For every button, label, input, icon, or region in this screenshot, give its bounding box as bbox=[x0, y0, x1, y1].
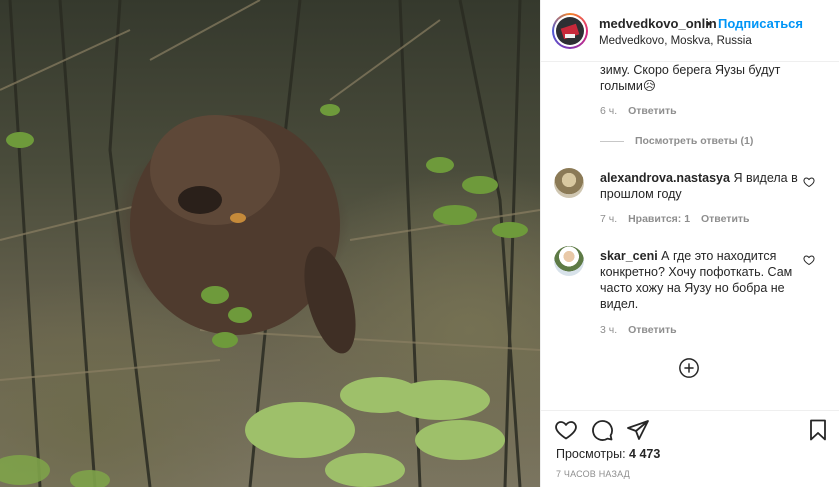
bookmark-icon[interactable] bbox=[806, 418, 830, 442]
comment: skar_ceni А где это находится конкретно?… bbox=[600, 248, 800, 312]
heart-icon[interactable] bbox=[554, 418, 578, 442]
comment: alexandrova.nastasya Я видела в прошлом … bbox=[600, 170, 800, 202]
comment-age: 6 ч. bbox=[600, 105, 618, 117]
header-separator: • bbox=[706, 16, 711, 31]
views-number: 4 473 bbox=[629, 447, 661, 461]
comment-age: 7 ч. bbox=[600, 213, 618, 225]
avatar-frame bbox=[554, 15, 586, 47]
view-replies-label: Посмотреть ответы (1) bbox=[635, 135, 754, 147]
reply-button[interactable]: Ответить bbox=[628, 105, 677, 117]
account-username[interactable]: medvedkovo_onlin bbox=[599, 16, 717, 31]
comment-meta: 7 ч. Нравится: 1 Ответить bbox=[600, 213, 758, 225]
paper-plane-icon[interactable] bbox=[626, 418, 650, 442]
view-replies-button[interactable]: Посмотреть ответы (1) bbox=[600, 135, 753, 147]
reply-button[interactable]: Ответить bbox=[628, 324, 677, 336]
comment-heart-icon[interactable] bbox=[803, 176, 815, 188]
views-count[interactable]: Просмотры: 4 473 bbox=[556, 447, 660, 461]
commenter-avatar[interactable] bbox=[554, 168, 584, 198]
post-location[interactable]: Medvedkovo, Moskva, Russia bbox=[599, 35, 752, 47]
beaver-video-frame bbox=[0, 0, 540, 487]
comment-age: 3 ч. bbox=[600, 324, 618, 336]
comment-icon[interactable] bbox=[590, 418, 614, 442]
post-header: medvedkovo_onlin • Подписаться Medvedkov… bbox=[541, 0, 839, 62]
views-label: Просмотры: bbox=[556, 447, 626, 461]
post-side-panel: medvedkovo_onlin • Подписаться Medvedkov… bbox=[540, 0, 839, 487]
comment-meta: 6 ч. Ответить bbox=[600, 105, 685, 117]
reply-button[interactable]: Ответить bbox=[701, 213, 750, 225]
follow-button[interactable]: Подписаться bbox=[718, 16, 803, 31]
comment-text: зиму. Скоро берега Яузы будут голыми😥 bbox=[600, 63, 781, 93]
comment-meta: 3 ч. Ответить bbox=[600, 324, 685, 336]
load-more-comments-plus-circle-icon[interactable] bbox=[678, 357, 700, 379]
avatar-image bbox=[556, 17, 584, 45]
account-avatar[interactable] bbox=[552, 13, 588, 49]
commenter-username[interactable]: alexandrova.nastasya bbox=[600, 171, 730, 185]
commenter-avatar[interactable] bbox=[554, 246, 584, 276]
post-video[interactable] bbox=[0, 0, 540, 487]
comments-list[interactable]: зиму. Скоро берега Яузы будут голыми😥 6 … bbox=[541, 62, 839, 410]
replies-divider bbox=[600, 140, 624, 142]
comment-heart-icon[interactable] bbox=[803, 254, 815, 266]
commenter-username[interactable]: skar_ceni bbox=[600, 249, 658, 263]
post-timestamp[interactable]: 7 ЧАСОВ НАЗАД bbox=[556, 469, 630, 479]
comment-likes[interactable]: Нравится: 1 bbox=[628, 213, 690, 225]
post-actions-bar bbox=[541, 410, 839, 446]
